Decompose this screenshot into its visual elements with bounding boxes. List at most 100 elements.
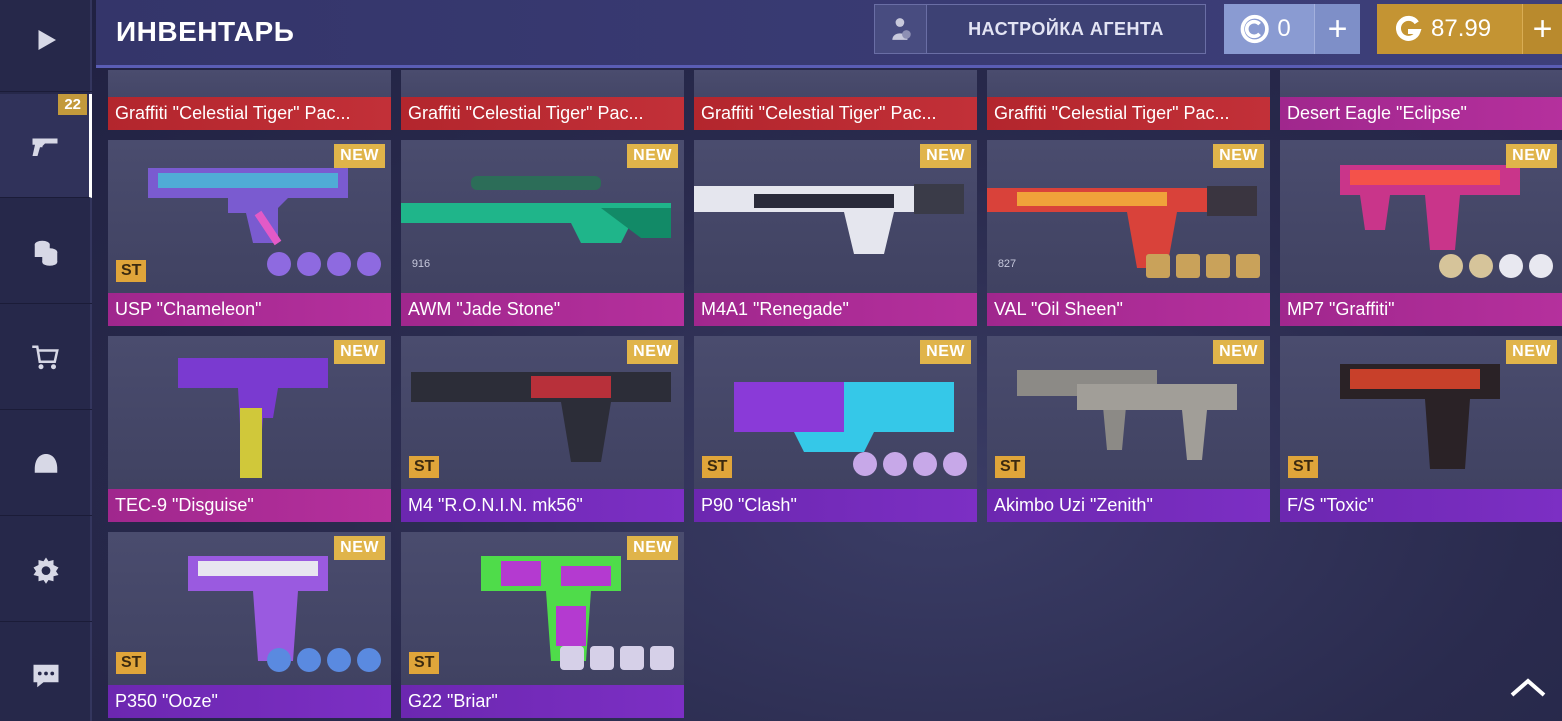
sticker [650, 646, 674, 670]
scroll-to-top-chevron-icon[interactable] [1506, 669, 1550, 705]
mp7-smg-image [1340, 165, 1520, 250]
cart-icon [32, 345, 59, 369]
inventory-item[interactable]: NEW M4A1 "Renegade" [694, 140, 977, 326]
inventory-item[interactable]: NEW ST Akimbo Uzi "Zenith" [987, 336, 1270, 522]
item-name: TEC-9 "Disguise" [108, 489, 391, 522]
sticker-row [560, 646, 674, 670]
item-name: USP "Chameleon" [108, 293, 391, 326]
stattrack-badge: ST [116, 652, 147, 674]
m4-rifle-image [411, 372, 671, 462]
agent-settings-button[interactable]: НАСТРОЙКА АГЕНТА [874, 4, 1206, 54]
inventory-item[interactable]: NEW ST F/S "Toxic" [1280, 336, 1562, 522]
sticker [297, 648, 321, 672]
sticker [327, 648, 351, 672]
item-name: G22 "Briar" [401, 685, 684, 718]
inventory-item[interactable]: NEW 916 AWM "Jade Stone" [401, 140, 684, 326]
inventory-item[interactable]: NEW ST M4 "R.O.N.I.N. mk56" [401, 336, 684, 522]
p90-smg-image [734, 382, 954, 452]
play-icon [38, 29, 56, 50]
stattrack-badge: ST [409, 456, 440, 478]
new-badge: NEW [627, 536, 678, 560]
inventory-item[interactable]: NEW ST USP "Chameleon" [108, 140, 391, 326]
item-name: Graffiti "Celestial Tiger" Pac... [987, 97, 1270, 130]
new-badge: NEW [334, 536, 385, 560]
sticker-row [1146, 254, 1260, 278]
item-name: Graffiti "Celestial Tiger" Pac... [108, 97, 391, 130]
item-name: P90 "Clash" [694, 489, 977, 522]
stattrack-badge: ST [1288, 456, 1319, 478]
inventory-count-badge: 22 [58, 94, 87, 115]
fs-pistol-image [1340, 364, 1500, 469]
sidebar-item-settings[interactable] [0, 518, 92, 622]
item-name: MP7 "Graffiti" [1280, 293, 1562, 326]
inventory-item[interactable]: NEW ST P90 "Clash" [694, 336, 977, 522]
sidebar: 22 [0, 0, 92, 721]
helmet-icon [34, 453, 58, 473]
inventory-item[interactable]: NEW ST P350 "Ooze" [108, 532, 391, 718]
sticker-row [853, 452, 967, 476]
sticker-row [267, 648, 381, 672]
credits-value: 0 [1277, 15, 1291, 42]
sticker [1439, 254, 1463, 278]
item-name: Akimbo Uzi "Zenith" [987, 489, 1270, 522]
sticker [883, 452, 907, 476]
akimbo-uzi-image [1017, 370, 1237, 460]
inventory-item[interactable]: Graffiti "Celestial Tiger" Pac... [987, 70, 1270, 130]
stattrack-badge: ST [116, 260, 147, 282]
inventory-item[interactable]: NEW MP7 "Graffiti" [1280, 140, 1562, 326]
sticker [943, 452, 967, 476]
inventory-item[interactable]: NEW ST G22 "Briar" [401, 532, 684, 718]
sticker [1469, 254, 1493, 278]
stattrack-badge: ST [409, 652, 440, 674]
item-name: VAL "Oil Sheen" [987, 293, 1270, 326]
sidebar-item-currency[interactable] [0, 200, 92, 304]
add-gold-button[interactable]: + [1522, 4, 1562, 54]
item-name: AWM "Jade Stone" [401, 293, 684, 326]
new-badge: NEW [627, 340, 678, 364]
sticker [357, 648, 381, 672]
sticker [1206, 254, 1230, 278]
item-name: M4 "R.O.N.I.N. mk56" [401, 489, 684, 522]
gold-value: 87.99 [1431, 15, 1492, 42]
item-name: M4A1 "Renegade" [694, 293, 977, 326]
sticker-row [267, 252, 381, 276]
chat-icon [33, 664, 59, 688]
coins-icon [34, 240, 58, 266]
item-name: Desert Eagle "Eclipse" [1280, 97, 1562, 130]
sidebar-item-clan[interactable] [0, 412, 92, 516]
new-badge: NEW [1213, 340, 1264, 364]
sticker [560, 646, 584, 670]
tec9-pistol-image [178, 358, 328, 478]
sidebar-item-inventory[interactable]: 22 [0, 94, 92, 198]
sticker [1499, 254, 1523, 278]
pistol-icon [32, 138, 57, 156]
gold-coin-icon [1396, 15, 1422, 41]
credit-coin-icon [1240, 14, 1269, 44]
top-bar: ИНВЕНТАРЬ НАСТРОЙКА АГЕНТА 0 + 87.99 + [96, 0, 1562, 68]
gold-balance: 87.99 + [1377, 4, 1562, 54]
agent-settings-label: НАСТРОЙКА АГЕНТА [968, 18, 1164, 39]
inventory-item[interactable]: NEW 827 VAL "Oil Sheen" [987, 140, 1270, 326]
sticker [327, 252, 351, 276]
new-badge: NEW [1506, 144, 1557, 168]
inventory-item[interactable]: Graffiti "Celestial Tiger" Pac... [694, 70, 977, 130]
inventory-item[interactable]: Graffiti "Celestial Tiger" Pac... [108, 70, 391, 130]
gear-icon [33, 557, 59, 584]
usp-pistol-image [148, 168, 348, 246]
sticker [1176, 254, 1200, 278]
inventory-item[interactable]: NEW TEC-9 "Disguise" [108, 336, 391, 522]
credits-balance: 0 + [1224, 4, 1360, 54]
inventory-item[interactable]: Desert Eagle "Eclipse" [1280, 70, 1562, 130]
new-badge: NEW [334, 340, 385, 364]
sticker [1146, 254, 1170, 278]
new-badge: NEW [1213, 144, 1264, 168]
sticker [620, 646, 644, 670]
agent-icon [875, 5, 927, 53]
sidebar-item-play[interactable] [0, 0, 92, 92]
add-credits-button[interactable]: + [1314, 4, 1360, 54]
inventory-item[interactable]: Graffiti "Celestial Tiger" Pac... [401, 70, 684, 130]
new-badge: NEW [920, 340, 971, 364]
sidebar-item-chat[interactable] [0, 624, 92, 721]
item-name: Graffiti "Celestial Tiger" Pac... [694, 97, 977, 130]
sidebar-item-shop[interactable] [0, 306, 92, 410]
